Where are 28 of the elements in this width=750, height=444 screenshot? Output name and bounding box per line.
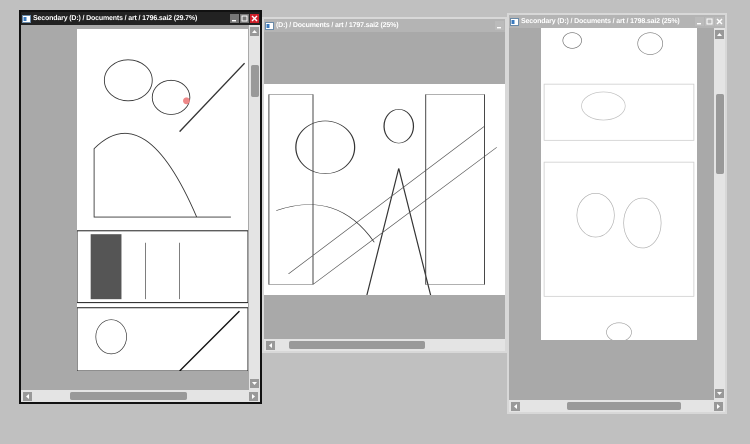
scroll-left-icon[interactable] [23, 392, 32, 400]
maximize-icon[interactable] [705, 17, 714, 26]
minimize-icon[interactable] [695, 17, 704, 26]
scroll-thumb[interactable] [289, 341, 425, 349]
scroll-right-icon[interactable] [249, 392, 258, 400]
scroll-left-icon[interactable] [511, 402, 520, 410]
scroll-thumb[interactable] [70, 392, 187, 400]
minimize-icon[interactable] [495, 21, 504, 30]
close-icon[interactable] [250, 14, 259, 23]
scroll-up-icon[interactable] [250, 27, 259, 36]
scroll-left-icon[interactable] [266, 340, 275, 350]
scroll-up-icon[interactable] [715, 30, 724, 39]
horizontal-scrollbar[interactable] [264, 339, 505, 351]
vertical-scrollbar[interactable] [714, 28, 725, 400]
scroll-down-icon[interactable] [250, 379, 259, 388]
scroll-down-icon[interactable] [715, 389, 724, 398]
document-icon [22, 14, 31, 22]
vertical-scrollbar[interactable] [249, 25, 260, 390]
scroll-thumb[interactable] [250, 65, 258, 97]
document-icon [265, 22, 274, 30]
document-icon [510, 18, 519, 26]
scroll-thumb[interactable] [567, 402, 681, 410]
horizontal-scrollbar[interactable] [509, 400, 725, 412]
maximize-icon[interactable] [240, 14, 249, 23]
horizontal-scrollbar[interactable] [21, 390, 260, 402]
minimize-icon[interactable] [230, 14, 239, 23]
scroll-right-icon[interactable] [714, 402, 723, 410]
scroll-thumb[interactable] [716, 94, 724, 174]
